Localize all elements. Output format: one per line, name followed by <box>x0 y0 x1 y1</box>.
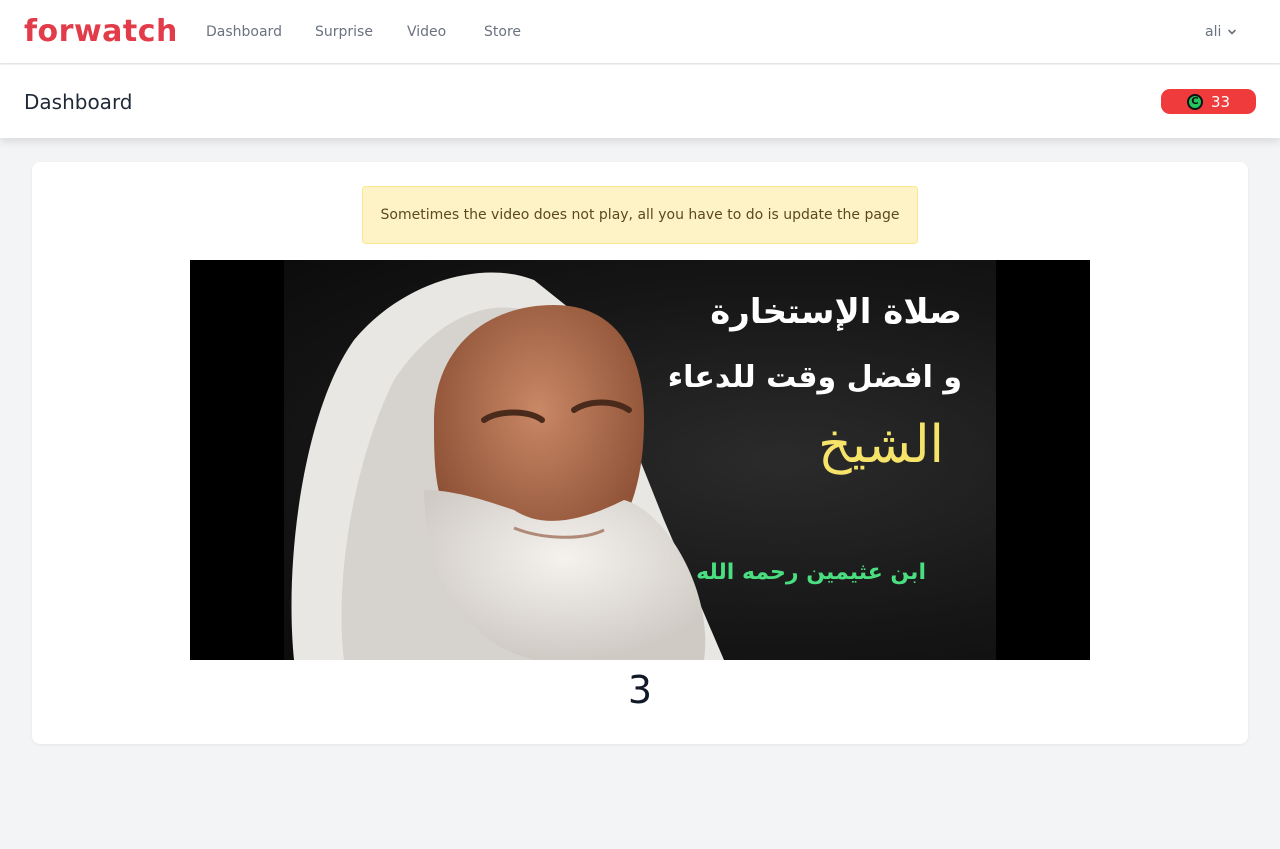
page-title: Dashboard <box>24 90 133 114</box>
top-navbar: forwatch Dashboard Surprise Video Store … <box>0 0 1280 64</box>
video-thumbnail: صلاة الإستخارة و افضل وقت للدعاء الشيخ ا… <box>284 260 996 660</box>
coin-balance-badge: C 33 <box>1161 89 1256 114</box>
user-name: ali <box>1205 24 1222 40</box>
coin-icon: C <box>1186 93 1203 110</box>
video-title-line-4: ابن عثيمين رحمه الله <box>696 560 926 585</box>
page-header: Dashboard C 33 <box>0 65 1280 138</box>
warning-alert: Sometimes the video does not play, all y… <box>362 186 918 244</box>
countdown-counter: 3 <box>627 668 653 712</box>
nav-link-store[interactable]: Store <box>484 22 521 42</box>
alert-text: Sometimes the video does not play, all y… <box>380 207 900 223</box>
user-menu[interactable]: ali <box>1205 22 1237 42</box>
brand-logo[interactable]: forwatch <box>24 12 178 52</box>
nav-link-surprise[interactable]: Surprise <box>315 22 373 42</box>
video-title-line-3: الشيخ <box>818 415 944 475</box>
coin-count: 33 <box>1210 92 1231 111</box>
chevron-down-icon <box>1228 29 1237 35</box>
video-title-line-1: صلاة الإستخارة <box>710 292 962 332</box>
video-player[interactable]: صلاة الإستخارة و افضل وقت للدعاء الشيخ ا… <box>190 260 1090 660</box>
nav-link-dashboard[interactable]: Dashboard <box>206 22 282 42</box>
content-card: Sometimes the video does not play, all y… <box>32 162 1248 744</box>
video-title-line-2: و افضل وقت للدعاء <box>667 360 962 395</box>
nav-link-video[interactable]: Video <box>407 22 446 42</box>
